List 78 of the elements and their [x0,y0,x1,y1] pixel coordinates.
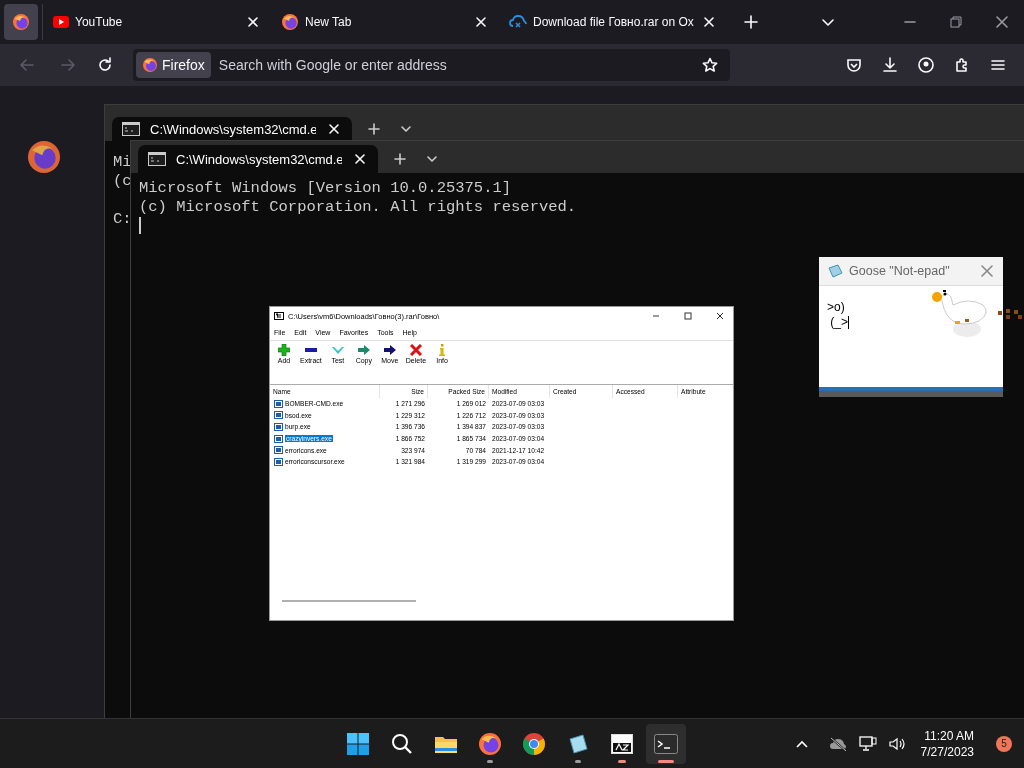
archive-app-icon [611,733,633,754]
text-line: (_> [829,315,848,329]
firefox-icon [478,731,502,756]
console-line: (c [113,172,132,190]
network-icon[interactable] [858,735,877,752]
taskbar-app[interactable] [646,723,686,764]
address-bar[interactable]: Firefox Search with Google or enter address [133,49,730,81]
plus-icon[interactable] [743,14,759,30]
close-icon[interactable] [473,14,489,30]
info-icon [438,344,447,356]
notification-badge[interactable]: 5 [996,735,1012,752]
cloud-off-icon[interactable] [828,736,847,751]
arrow-right-icon [357,344,370,356]
close-icon[interactable] [245,14,261,30]
puzzle-icon[interactable] [954,57,970,73]
pocket-icon[interactable] [846,57,862,73]
file-icon [274,423,283,431]
console-line: Microsoft Windows [Version 10.0.25375.1] [139,179,512,197]
console-line: C: [113,210,132,228]
file-icon [274,411,283,420]
plus-icon[interactable] [366,121,382,137]
pinned-tab[interactable] [4,4,38,40]
file-icon [274,399,283,408]
console-icon [148,152,166,166]
identity-button[interactable]: Firefox [136,52,211,78]
notepad-icon [567,732,589,755]
file-icon [274,434,283,443]
browser-tab[interactable]: Download file Говно.rar on Ox [501,4,725,40]
windows-logo-icon [347,732,369,755]
browser-tab[interactable]: YouTube [45,4,269,40]
firefox-icon [142,57,158,73]
text-cursor [139,217,141,235]
scrollbar-thumb[interactable] [282,600,416,602]
close-icon[interactable] [352,151,368,167]
menu-icon[interactable] [990,57,1006,73]
running-indicator [487,759,493,763]
cross-icon [409,344,422,356]
console-icon [122,122,140,136]
maximize-icon[interactable] [684,312,692,320]
console-line: (c) Microsoft Corporation. All rights reserved. [139,198,577,216]
firefox-logo-icon [27,140,61,174]
video-play-icon [53,16,69,28]
console-line: Mi [113,153,132,171]
archive-app-icon [274,312,284,320]
clock[interactable]: 11:20 AM 7/27/2023 [920,727,974,760]
window-title: Goose "Not-epad" [849,264,951,278]
arrow-right-icon [383,344,396,356]
notepad-icon [827,264,843,278]
download-icon[interactable] [882,57,898,73]
file-icon [274,446,283,455]
mud-prints-drawing [998,307,1024,321]
check-icon [331,344,344,356]
firefox-icon [12,13,30,31]
firefox-icon [281,13,299,31]
file-icon [274,457,283,466]
reload-icon[interactable] [97,57,113,73]
star-icon[interactable] [702,57,718,73]
cloud-icon [509,14,527,30]
volume-icon[interactable] [888,736,905,751]
account-icon[interactable] [918,57,934,73]
running-indicator [658,759,674,763]
plus-icon [278,344,290,356]
text-line: >o) [827,300,845,314]
close-icon[interactable] [326,121,342,137]
plus-icon[interactable] [392,151,408,167]
close-icon[interactable] [716,312,724,320]
close-icon[interactable] [701,14,717,30]
address-placeholder: Search with Google or enter address [218,57,448,73]
running-indicator [575,759,581,763]
close-icon[interactable] [996,16,1008,28]
chrome-icon [522,731,546,756]
restore-icon[interactable] [950,16,962,28]
text-cursor [848,316,849,330]
terminal-icon [654,733,678,754]
search-icon [391,732,413,755]
running-indicator [618,759,626,763]
browser-tab[interactable]: New Tab [273,4,497,40]
minimize-icon[interactable] [652,312,660,320]
